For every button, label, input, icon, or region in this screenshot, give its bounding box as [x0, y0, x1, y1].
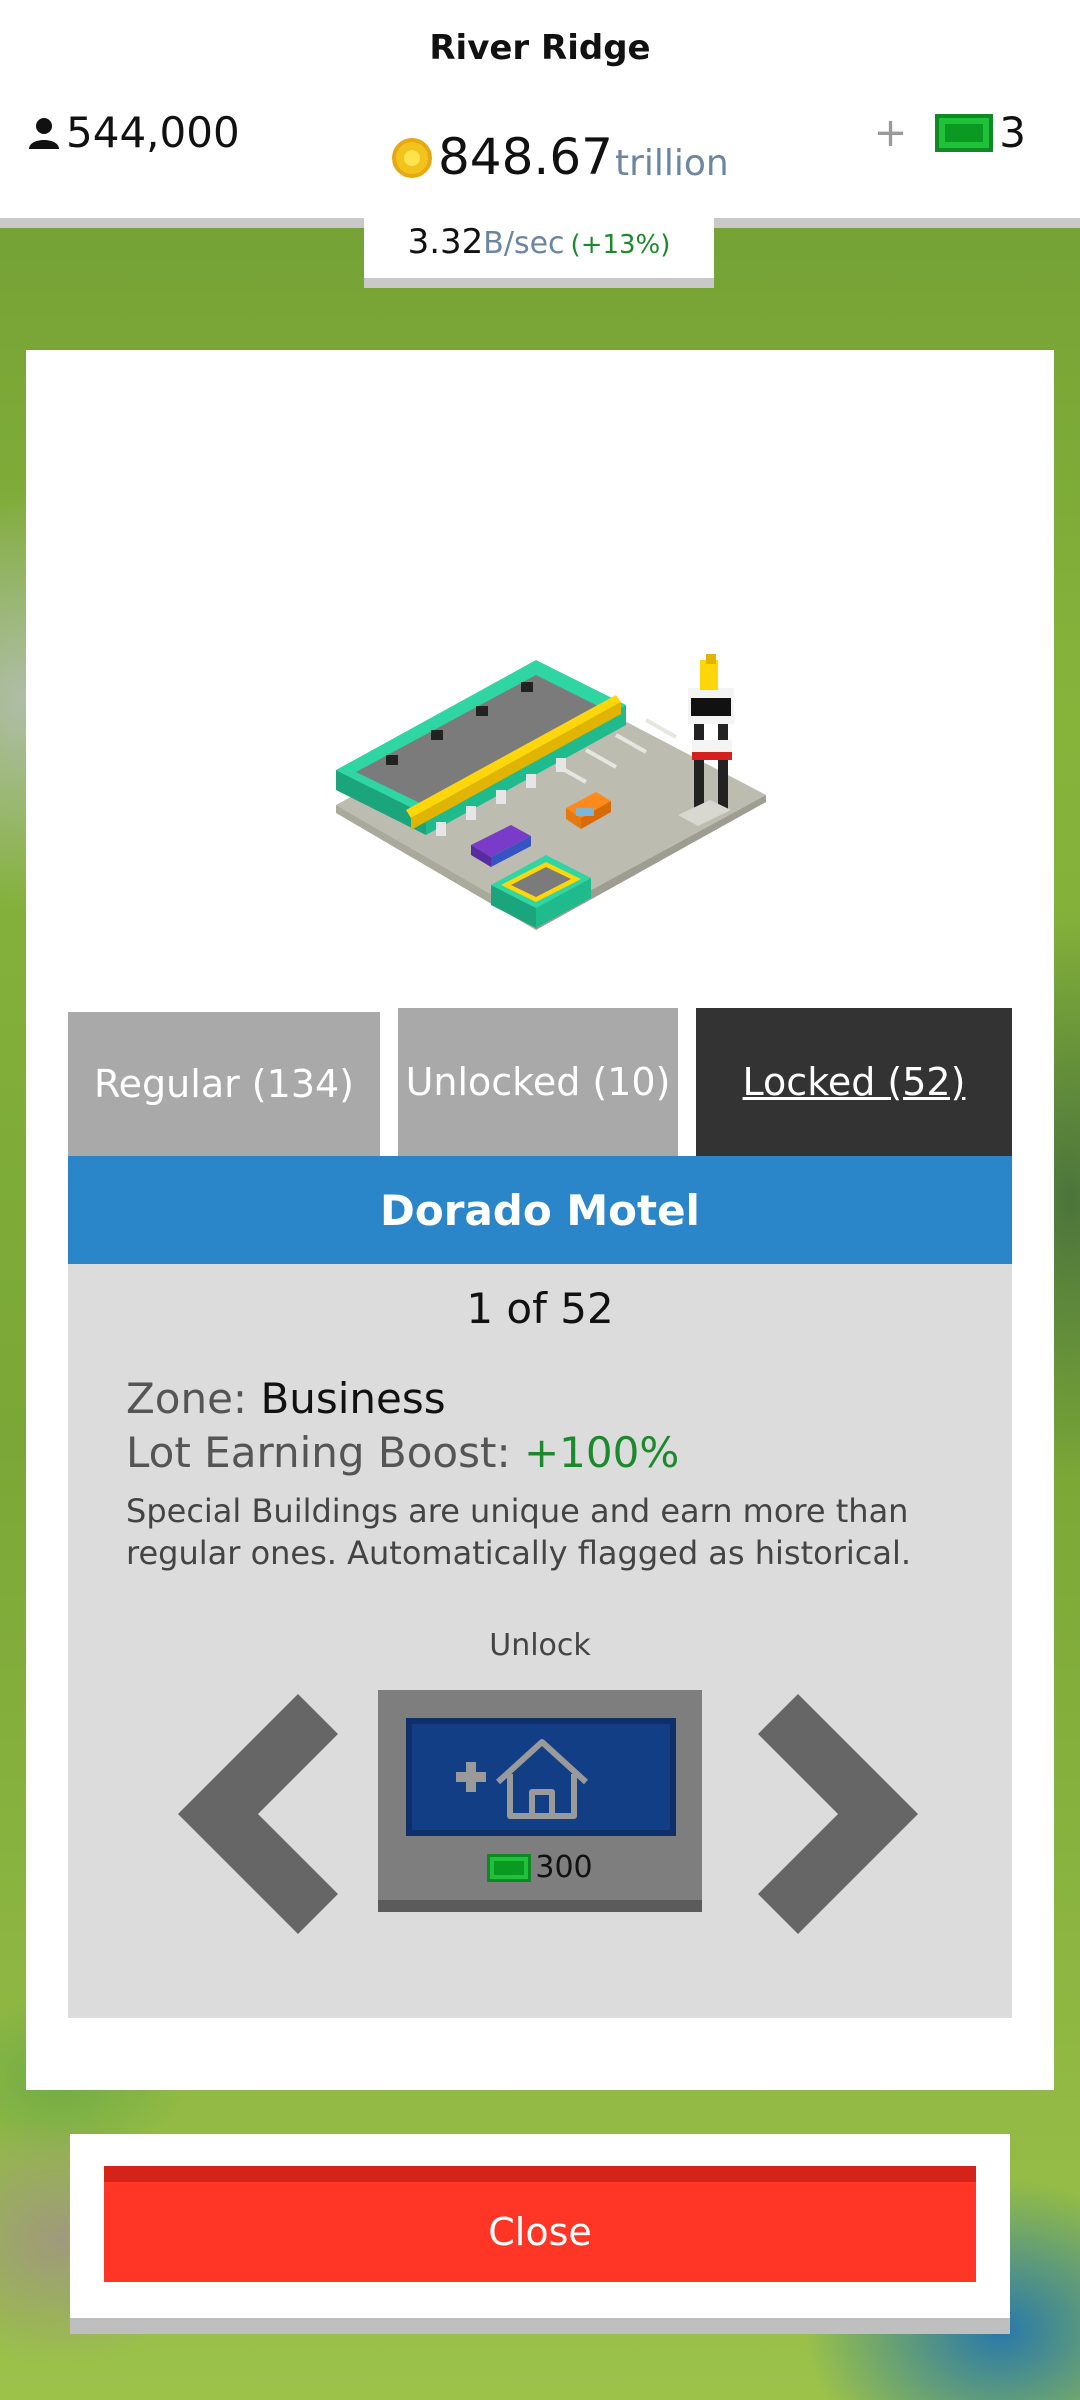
- special-buildings-panel: Regular (134) Unlocked (10) Locked (52) …: [26, 350, 1054, 2090]
- coins-display: 848.67 trillion: [392, 132, 729, 182]
- building-description: Special Buildings are unique and earn mo…: [126, 1492, 912, 1572]
- close-container: Close: [70, 2134, 1010, 2334]
- rate-value: 3.32: [407, 222, 484, 262]
- income-rate: 3.32B/sec (+13%): [364, 208, 714, 288]
- close-button[interactable]: Close: [104, 2166, 976, 2282]
- city-name: River Ridge: [429, 28, 651, 68]
- coins-unit: trillion: [614, 143, 729, 184]
- cash-icon: [935, 113, 994, 152]
- rate-change: (+13%): [570, 230, 671, 260]
- unlock-price-value: 300: [535, 1850, 593, 1885]
- building-info: 1 of 52 Zone: Business Lot Earning Boost…: [68, 1264, 1012, 2018]
- population-value: 544,000: [66, 108, 240, 157]
- zone-info: Zone: Business: [126, 1374, 446, 1423]
- boost-label: Lot Earning Boost:: [126, 1428, 524, 1477]
- tab-unlocked[interactable]: Unlocked (10): [398, 1008, 678, 1156]
- unlock-button-face: [406, 1718, 676, 1836]
- cash-count: 3: [999, 108, 1026, 157]
- cash-icon: [487, 1853, 532, 1882]
- cash-display[interactable]: + 3: [874, 108, 1026, 157]
- unlock-button[interactable]: 300: [378, 1690, 702, 1912]
- tab-regular[interactable]: Regular (134): [68, 1012, 380, 1156]
- unlock-label: Unlock: [489, 1628, 591, 1663]
- person-icon: [29, 117, 59, 149]
- building-title: Dorado Motel: [68, 1156, 1012, 1264]
- coins-value: 848.67: [438, 128, 613, 186]
- coin-icon: [392, 138, 432, 178]
- add-cash-button[interactable]: +: [874, 110, 908, 156]
- add-house-icon: [456, 1739, 589, 1819]
- building-counter: 1 of 52: [466, 1284, 614, 1333]
- chevron-left-icon[interactable]: [138, 1684, 338, 1944]
- chevron-right-icon[interactable]: [758, 1684, 958, 1944]
- unlock-price: 300: [378, 1850, 702, 1885]
- rate-unit: B/sec: [483, 226, 565, 261]
- boost-value: +100%: [523, 1428, 680, 1477]
- building-preview: [336, 654, 766, 930]
- tab-locked[interactable]: Locked (52): [696, 1008, 1012, 1156]
- population-display: 544,000: [26, 108, 240, 157]
- top-status-bar: River Ridge 544,000 848.67 trillion + 3: [0, 0, 1080, 228]
- boost-info: Lot Earning Boost: +100%: [126, 1428, 679, 1477]
- zone-value: Business: [260, 1374, 446, 1423]
- zone-label: Zone:: [126, 1374, 261, 1423]
